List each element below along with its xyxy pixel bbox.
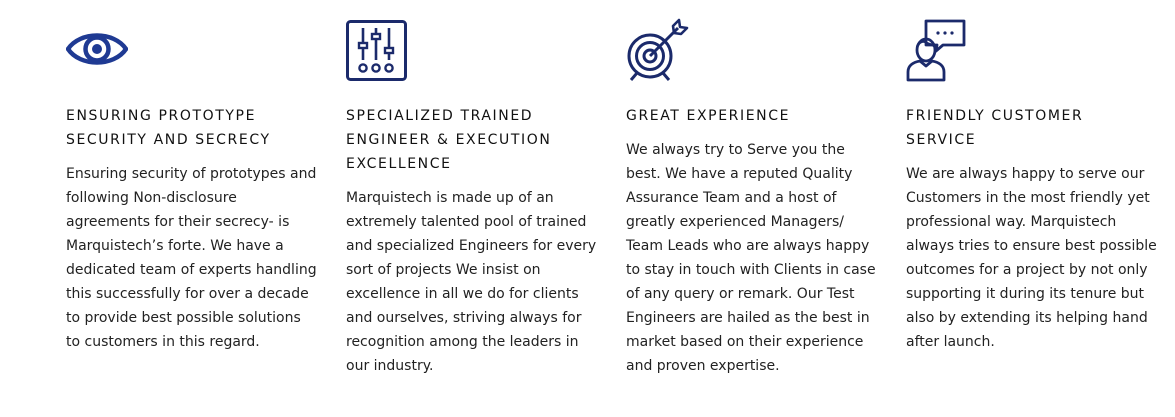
- feature-title: FRIENDLY CUSTOMER SERVICE: [906, 108, 1084, 148]
- feature-great-experience: GREAT EXPERIENCE We always try to Serve …: [626, 18, 881, 378]
- customer-service-chat-icon: [906, 18, 976, 86]
- features-section: ENSURING PROTOTYPE SECURITY AND SECRECY …: [0, 0, 1175, 417]
- feature-description: We always try to Serve you the best. We …: [626, 142, 876, 374]
- eye-icon: [66, 18, 136, 86]
- feature-description: Ensuring security of prototypes and foll…: [66, 166, 317, 350]
- feature-title: SPECIALIZED TRAINED ENGINEER & EXECUTION…: [346, 108, 552, 172]
- feature-title: GREAT EXPERIENCE: [626, 108, 791, 124]
- feature-title: ENSURING PROTOTYPE SECURITY AND SECRECY: [66, 108, 271, 148]
- feature-customer-service: FRIENDLY CUSTOMER SERVICE We are always …: [906, 18, 1161, 354]
- feature-description: Marquistech is made up of an extremely t…: [346, 190, 597, 374]
- feature-trained-engineers: SPECIALIZED TRAINED ENGINEER & EXECUTION…: [346, 18, 601, 378]
- equalizer-sliders-icon: [346, 18, 416, 86]
- feature-prototype-security: ENSURING PROTOTYPE SECURITY AND SECRECY …: [66, 18, 321, 354]
- feature-description: We are always happy to serve our Custome…: [906, 166, 1157, 350]
- target-arrow-icon: [626, 18, 696, 86]
